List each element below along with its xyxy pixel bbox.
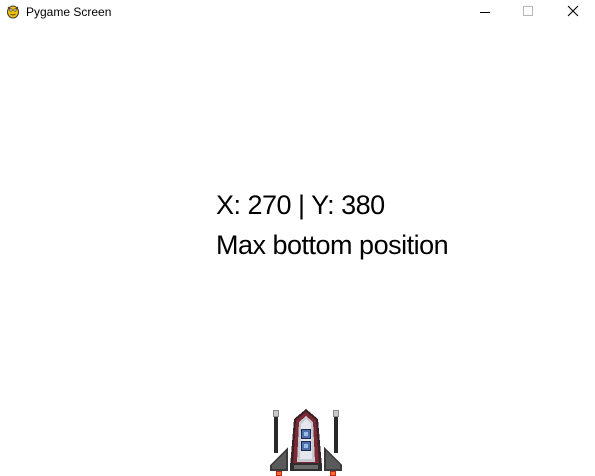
minimize-button[interactable] (462, 0, 508, 24)
position-status-text: Max bottom position (216, 230, 449, 260)
spaceship-icon (266, 407, 348, 476)
maximize-button[interactable] (505, 0, 551, 24)
pygame-snake-icon (5, 3, 21, 19)
minimize-icon (480, 12, 490, 13)
coordinates-readout: X: 270 | Y: 380 (216, 190, 385, 220)
title-bar[interactable]: Pygame Screen (0, 0, 595, 24)
maximize-icon (523, 6, 533, 16)
pygame-window: Pygame Screen X: 270 | Y: 380 Max bottom… (0, 0, 595, 476)
game-canvas[interactable]: X: 270 | Y: 380 Max bottom position (0, 24, 595, 476)
close-button[interactable] (550, 0, 595, 24)
close-icon (567, 5, 579, 17)
window-title: Pygame Screen (26, 5, 112, 19)
